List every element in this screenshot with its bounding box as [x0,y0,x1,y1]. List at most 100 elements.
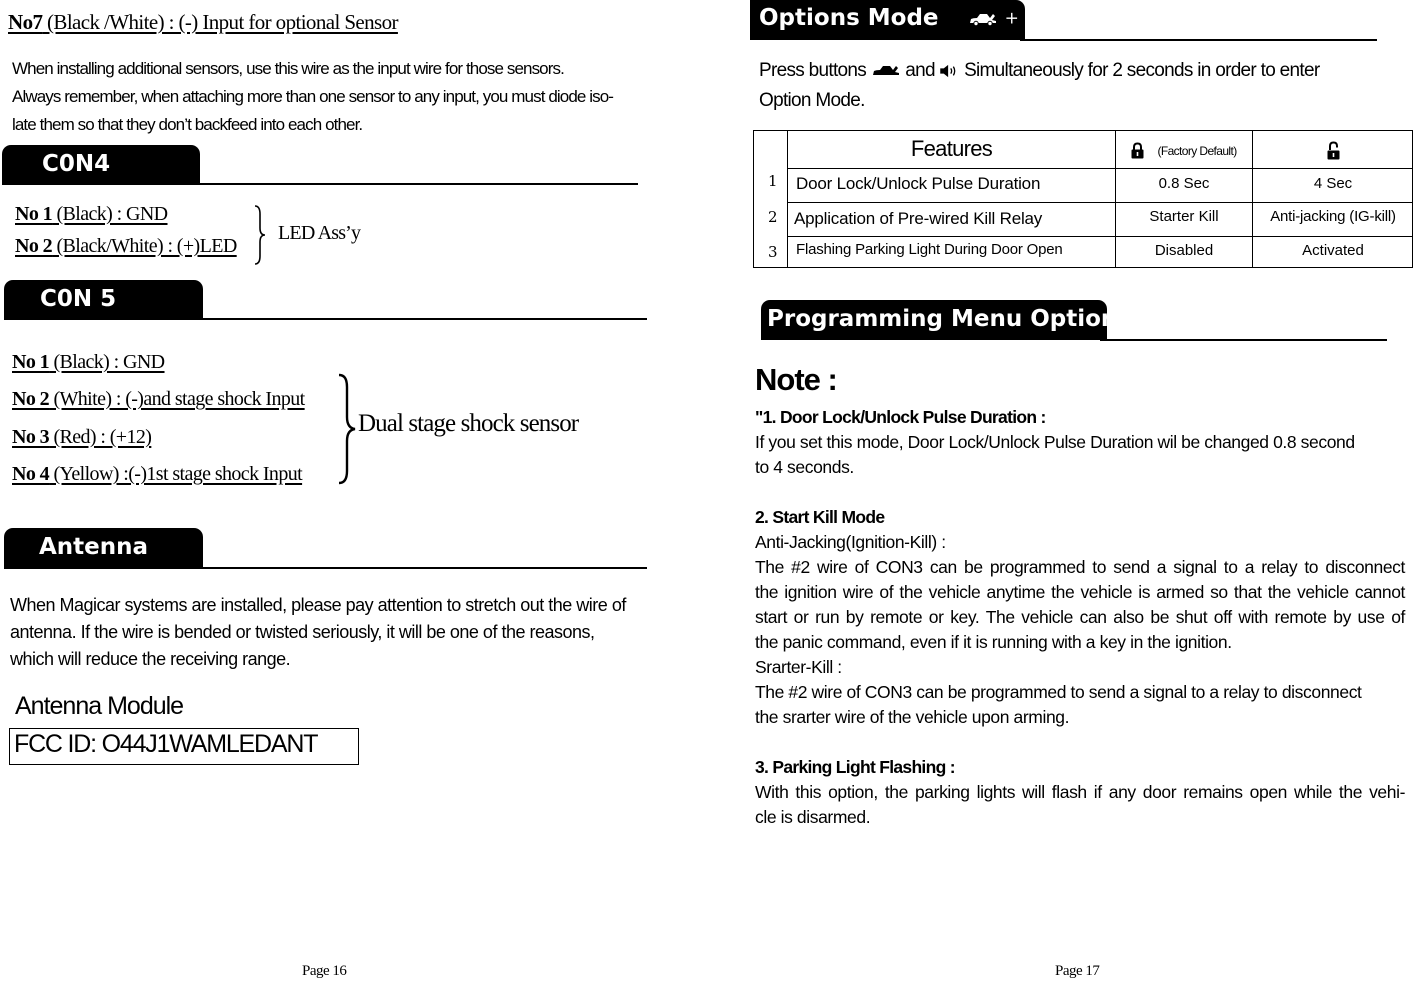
section-title: Antenna [39,534,149,560]
section-header-con4: C0N4 [2,145,200,184]
table-divider [787,202,1412,203]
row-number: 3 [768,243,778,261]
text-line: If you set this mode, Door Lock/Unlock P… [755,432,1355,452]
no7-wire-heading: No7 (Black /White) : (-) Input for optio… [8,10,399,35]
section-header-options-mode: Options Mode + [750,0,1046,40]
fcc-id-box: FCC ID: O44J1WAMLEDANT [9,728,359,765]
text-fragment: Press buttons [759,60,867,81]
text-line: The #2 wire of CON3 can be programmed to… [755,682,1362,702]
antenna-description: When Magicar systems are installed, plea… [10,592,626,673]
options-mode-instructions: Press buttons and Simultaneously for 2 s… [759,56,1320,116]
alternate-value: 4 Sec [1313,175,1353,192]
wire-description: (White) : (-)and stage shock Input [49,388,305,410]
text-line: When Magicar systems are installed, plea… [10,595,626,615]
car-trunk-icon [872,65,899,75]
text-line: the panic command, even if it is running… [755,632,1232,652]
group-label-shock-sensor: Dual stage shock sensor [358,410,579,437]
wire-description: (Black) : GND [49,351,165,373]
programming-notes: "1. Door Lock/Unlock Pulse Duration : If… [755,405,1405,830]
section-title: Programming Menu Option [767,306,1118,332]
section-title: C0N4 [42,151,111,177]
wire-number: No 1 [12,351,50,373]
brace-icon [254,205,266,265]
default-value: Starter Kill [1149,208,1219,225]
section-header-con5: C0N 5 [4,280,203,319]
con4-wire-2: No 2 (Black/White) : (+)LED [15,235,237,258]
text-line: Always remember, when attaching more tha… [12,87,614,106]
wire-number: No 1 [15,203,53,225]
text-line: Option Mode. [759,90,865,111]
note-heading: Note : [755,362,838,397]
text-line: start or run by remote or key. The vehic… [755,607,1405,627]
wire-number: No7 [8,10,43,34]
text-fragment: Simultaneously for 2 seconds in order to… [964,60,1320,81]
page-number-left: Page 16 [302,963,347,979]
section-title: Options Mode [759,5,939,31]
con4-wire-1: No 1 (Black) : GND [15,203,168,226]
table-divider [787,236,1412,237]
table-divider [787,168,1412,169]
text-line: the ignition wire of the vehicle anytime… [755,582,1405,602]
brace-icon [338,373,356,485]
text-line: Anti-Jacking(Ignition-Kill) : [755,532,946,552]
section-header-antenna: Antenna [4,528,203,568]
row-number: 2 [768,208,778,226]
text-line: Press buttons and Simultaneously for 2 s… [759,56,1320,86]
section-divider [1020,39,1377,41]
no7-description: When installing additional sensors, use … [12,55,614,139]
factory-default-label: (Factory Default) [1157,143,1237,158]
default-value: 0.8 Sec [1158,175,1210,192]
section-divider [4,567,647,569]
options-table: Features (Factory Default) 1 Door Lock/U… [753,130,1413,268]
note-section-heading: 3. Parking Light Flashing : [755,757,956,777]
text-line: late them so that they don’t backfeed in… [12,115,363,134]
alternate-value: Anti-jacking (IG-kill) [1270,208,1396,225]
alternate-value: Activated [1302,242,1364,259]
note-section-heading: "1. Door Lock/Unlock Pulse Duration : [755,407,1046,427]
default-value: Disabled [1154,242,1214,259]
note-section-heading: 2. Start Kill Mode [755,507,885,527]
column-header-default: (Factory Default) [1131,142,1237,160]
text-fragment: and [905,60,935,81]
section-title: C0N 5 [40,286,117,312]
speaker-icon [940,64,956,78]
wire-number: No 2 [12,388,50,410]
wire-number: No 3 [12,426,50,448]
con5-wire-4: No 4 (Yellow) :(-)1st stage shock Input [12,463,303,486]
feature-name: Application of Pre-wired Kill Relay [794,209,1043,228]
column-header-features: Features [910,136,993,161]
con5-wire-1: No 1 (Black) : GND [12,351,165,374]
section-divider [2,183,638,185]
column-header-alternate [1253,141,1413,165]
group-label-led: LED Ass’y [278,222,361,244]
lock-open-icon [1327,141,1339,160]
text-line: When installing additional sensors, use … [12,59,565,78]
wire-description: (Red) : (+12) [49,426,152,448]
text-line: which will reduce the receiving range. [10,649,291,669]
car-trunk-icon [969,13,996,26]
feature-name: Door Lock/Unlock Pulse Duration [796,174,1041,193]
text-line: antenna. If the wire is bended or twiste… [10,622,595,642]
section-divider [1100,339,1387,341]
section-header-programming-menu: Programming Menu Option [761,300,1117,340]
con5-wire-3: No 3 (Red) : (+12) [12,426,152,449]
antenna-module-label: Antenna Module [15,692,184,720]
text-line: cle is disarmed. [755,807,871,827]
text-line: The #2 wire of CON3 can be programmed to… [755,557,1405,577]
wire-description: (Black/White) : (+)LED [52,235,237,257]
wire-number: No 4 [12,463,50,485]
con5-wire-2: No 2 (White) : (-)and stage shock Input [12,388,305,411]
text-line: With this option, the parking lights wil… [755,782,1405,802]
text-line: the srarter wire of the vehicle upon arm… [755,707,1070,727]
wire-number: No 2 [15,235,53,257]
section-divider [4,318,647,320]
wire-description: (Black /White) : (-) Input for optional … [42,10,399,34]
feature-name: Flashing Parking Light During Door Open [796,241,1063,258]
wire-description: (Yellow) :(-)1st stage shock Input [49,463,303,485]
page-number-right: Page 17 [1055,963,1100,979]
text-line: Srarter-Kill : [755,657,842,677]
text-line: to 4 seconds. [755,457,854,477]
wire-description: (Black) : GND [52,203,168,225]
